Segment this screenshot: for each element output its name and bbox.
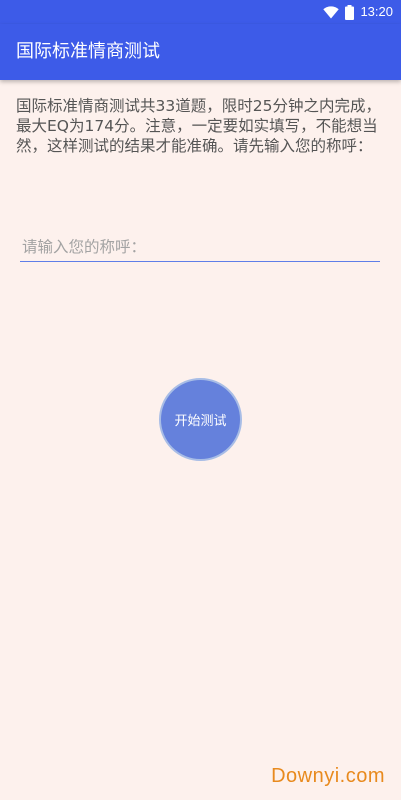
- start-test-button[interactable]: 开始测试: [159, 378, 242, 461]
- intro-text: 国际标准情商测试共33道题，限时25分钟之内完成，最大EQ为174分。注意，一定…: [16, 97, 381, 155]
- wifi-icon: [323, 5, 340, 18]
- app-title: 国际标准情商测试: [16, 41, 160, 62]
- status-indicators: 13:20: [323, 3, 393, 21]
- watermark-logo: Downyi.com: [271, 765, 385, 787]
- status-bar: 13:20: [0, 0, 401, 24]
- battery-icon: [345, 4, 355, 20]
- app-bar: 国际标准情商测试: [0, 24, 401, 80]
- status-time: 13:20: [360, 4, 393, 19]
- name-input[interactable]: [20, 232, 380, 262]
